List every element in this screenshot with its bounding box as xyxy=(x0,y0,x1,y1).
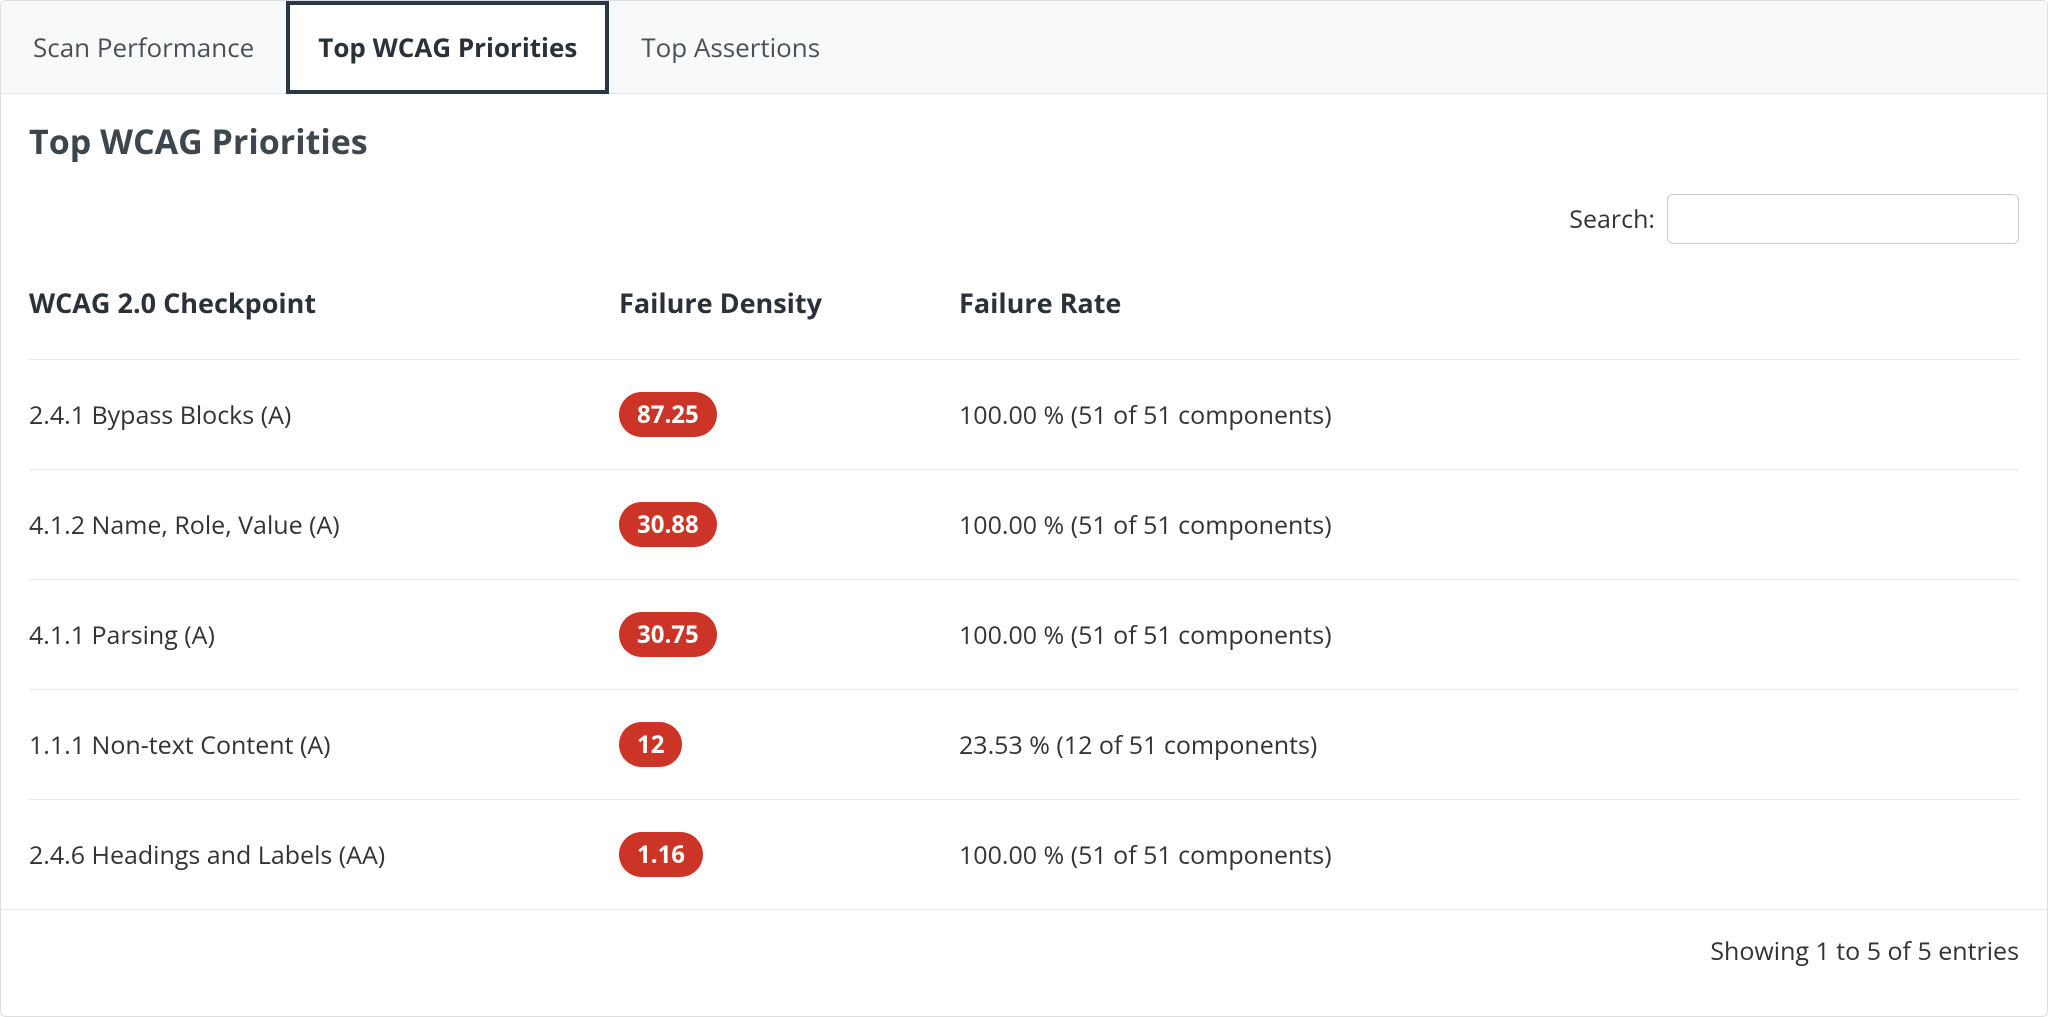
content: Top WCAG Priorities Search: WCAG 2.0 Che… xyxy=(1,94,2047,909)
col-checkpoint[interactable]: WCAG 2.0 Checkpoint xyxy=(29,272,619,360)
density-pill: 87.25 xyxy=(619,392,717,437)
table-row: 1.1.1 Non-text Content (A) 12 23.53 % (1… xyxy=(29,690,2019,800)
tab-label: Top WCAG Priorities xyxy=(318,29,577,65)
tab-top-wcag-priorities[interactable]: Top WCAG Priorities xyxy=(286,1,609,94)
cell-rate: 100.00 % (51 of 51 components) xyxy=(959,580,2019,690)
cell-rate: 23.53 % (12 of 51 components) xyxy=(959,690,2019,800)
tab-scan-performance[interactable]: Scan Performance xyxy=(1,1,286,93)
table-header-row: WCAG 2.0 Checkpoint Failure Density Fail… xyxy=(29,272,2019,360)
page-title: Top WCAG Priorities xyxy=(29,118,2019,164)
tab-label: Scan Performance xyxy=(33,29,254,65)
table-row: 4.1.2 Name, Role, Value (A) 30.88 100.00… xyxy=(29,470,2019,580)
col-label: Failure Density xyxy=(619,284,822,321)
density-pill: 30.88 xyxy=(619,502,717,547)
tab-label: Top Assertions xyxy=(641,29,820,65)
cell-checkpoint: 2.4.1 Bypass Blocks (A) xyxy=(29,360,619,470)
col-label: Failure Rate xyxy=(959,284,1121,321)
search-label: Search: xyxy=(1569,202,1655,236)
cell-rate: 100.00 % (51 of 51 components) xyxy=(959,800,2019,910)
cell-checkpoint: 1.1.1 Non-text Content (A) xyxy=(29,690,619,800)
cell-rate: 100.00 % (51 of 51 components) xyxy=(959,470,2019,580)
table-row: 2.4.6 Headings and Labels (AA) 1.16 100.… xyxy=(29,800,2019,910)
search-input[interactable] xyxy=(1667,194,2019,244)
table-footer: Showing 1 to 5 of 5 entries xyxy=(1,909,2047,992)
cell-density: 30.88 xyxy=(619,470,959,580)
cell-density: 1.16 xyxy=(619,800,959,910)
cell-rate: 100.00 % (51 of 51 components) xyxy=(959,360,2019,470)
cell-density: 87.25 xyxy=(619,360,959,470)
cell-checkpoint: 4.1.2 Name, Role, Value (A) xyxy=(29,470,619,580)
density-pill: 30.75 xyxy=(619,612,717,657)
priorities-table: WCAG 2.0 Checkpoint Failure Density Fail… xyxy=(29,272,2019,909)
tab-top-assertions[interactable]: Top Assertions xyxy=(609,1,852,93)
table-row: 4.1.1 Parsing (A) 30.75 100.00 % (51 of … xyxy=(29,580,2019,690)
col-label: WCAG 2.0 Checkpoint xyxy=(29,284,316,321)
cell-density: 12 xyxy=(619,690,959,800)
density-pill: 1.16 xyxy=(619,832,703,877)
search-row: Search: xyxy=(29,194,2019,244)
entries-info: Showing 1 to 5 of 5 entries xyxy=(1710,934,2019,968)
cell-density: 30.75 xyxy=(619,580,959,690)
col-failure-rate[interactable]: Failure Rate xyxy=(959,272,2019,360)
tabs: Scan Performance Top WCAG Priorities Top… xyxy=(1,1,2047,94)
density-pill: 12 xyxy=(619,722,682,767)
table-row: 2.4.1 Bypass Blocks (A) 87.25 100.00 % (… xyxy=(29,360,2019,470)
col-failure-density[interactable]: Failure Density xyxy=(619,272,959,360)
panel: Scan Performance Top WCAG Priorities Top… xyxy=(0,0,2048,1017)
cell-checkpoint: 2.4.6 Headings and Labels (AA) xyxy=(29,800,619,910)
cell-checkpoint: 4.1.1 Parsing (A) xyxy=(29,580,619,690)
